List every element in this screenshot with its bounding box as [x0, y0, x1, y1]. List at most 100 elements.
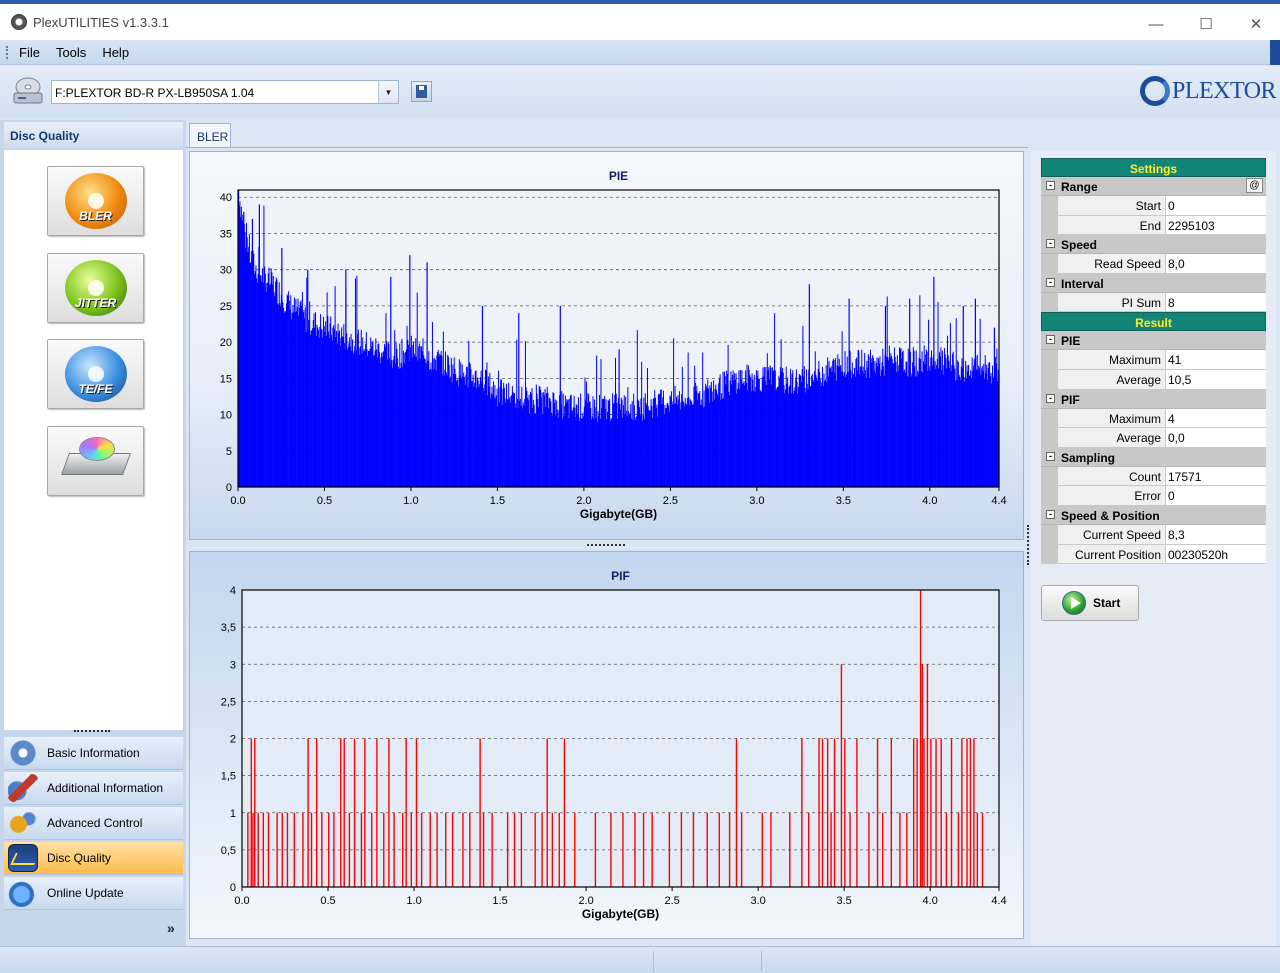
- pif-bar: [844, 738, 846, 887]
- advanced-control-icon: [8, 809, 38, 837]
- pif-bar: [594, 812, 597, 887]
- pif-bar: [383, 812, 385, 887]
- property-label: Average: [1058, 428, 1166, 448]
- collapse-minus-icon[interactable]: -: [1046, 335, 1055, 345]
- result-row-pif-average: Average 0,0: [1041, 428, 1266, 448]
- left-pane-splitter[interactable]: [74, 730, 110, 734]
- property-value[interactable]: 00230520h: [1166, 544, 1266, 565]
- property-label: End: [1058, 215, 1166, 236]
- plextor-logo-text: PLEXTOR: [1172, 77, 1277, 104]
- property-value[interactable]: 0: [1166, 486, 1266, 506]
- result-row-pie-average: Average 10,5: [1041, 369, 1266, 390]
- nav-online-update[interactable]: Online Update: [4, 877, 183, 910]
- collapse-minus-icon[interactable]: -: [1046, 393, 1055, 403]
- collapse-minus-icon[interactable]: -: [1046, 509, 1055, 519]
- property-value[interactable]: 4: [1166, 408, 1266, 429]
- additional-info-icon: [8, 774, 38, 802]
- nav-label: Advanced Control: [47, 816, 143, 830]
- pif-bar: [281, 812, 283, 887]
- nav-advanced-control[interactable]: Advanced Control: [4, 807, 183, 840]
- result-row-pie-maximum: Maximum 41: [1041, 350, 1266, 370]
- pif-bar: [371, 812, 373, 887]
- nav-label: Additional Information: [47, 781, 164, 795]
- result-category-pie[interactable]: - PIE: [1041, 331, 1266, 351]
- collapse-minus-icon[interactable]: -: [1046, 181, 1055, 190]
- nav-additional-information[interactable]: Additional Information: [4, 772, 183, 805]
- nav-label: Disc Quality: [47, 851, 112, 865]
- right-pane-splitter[interactable]: [1027, 525, 1030, 565]
- nav-more-chevron-icon[interactable]: »: [167, 920, 175, 936]
- play-icon: [1062, 591, 1086, 615]
- collapse-minus-icon[interactable]: -: [1046, 451, 1055, 461]
- chevron-down-icon[interactable]: ▼: [378, 81, 398, 103]
- property-value[interactable]: 41: [1166, 350, 1266, 370]
- settings-category-range[interactable]: - Range @: [1041, 177, 1266, 196]
- menu-file[interactable]: File: [19, 45, 40, 60]
- menu-tools[interactable]: Tools: [56, 45, 86, 60]
- pif-bar: [254, 738, 256, 887]
- nav-disc-quality[interactable]: Disc Quality: [4, 842, 183, 875]
- minimize-button[interactable]: —: [1133, 8, 1179, 40]
- pie-chart-panel: PIE 0 5 10 15 20 25 30 35 40 0.0 0.5 1.0 1.5 2.0 2.5 3.0…: [189, 151, 1024, 540]
- y-tick-label: 15: [220, 373, 232, 385]
- maximize-button[interactable]: ☐: [1183, 8, 1229, 40]
- bler-button[interactable]: BLER: [47, 166, 144, 236]
- property-value[interactable]: 8: [1166, 292, 1266, 313]
- status-separator: [653, 951, 654, 971]
- close-button[interactable]: ✕: [1233, 8, 1279, 40]
- y-tick-label: 40: [220, 192, 232, 204]
- property-value[interactable]: 10,5: [1166, 369, 1266, 390]
- pie-spike: [808, 284, 810, 487]
- y-tick-label: 2: [230, 734, 236, 746]
- category-label: Range: [1061, 180, 1098, 194]
- start-button[interactable]: Start: [1041, 585, 1139, 621]
- property-value[interactable]: 8,0: [1166, 254, 1266, 274]
- settings-category-interval[interactable]: - Interval: [1041, 273, 1266, 293]
- collapse-minus-icon[interactable]: -: [1046, 277, 1055, 287]
- drive-disc-icon: [60, 435, 131, 487]
- drive-select[interactable]: F:PLEXTOR BD-R PX-LB950SA 1.04 ▼: [51, 80, 399, 104]
- property-value[interactable]: 8,3: [1166, 524, 1266, 545]
- result-category-sampling[interactable]: - Sampling: [1041, 447, 1266, 467]
- property-label: Average: [1058, 369, 1166, 390]
- property-value[interactable]: 0: [1166, 196, 1266, 216]
- property-value[interactable]: 2295103: [1166, 215, 1266, 236]
- property-value[interactable]: 17571: [1166, 466, 1266, 487]
- tefe-button[interactable]: TE/FE: [47, 339, 144, 409]
- x-axis-label: Gigabyte(GB): [580, 507, 657, 521]
- pif-bar: [935, 738, 937, 887]
- property-label: Current Position: [1058, 544, 1166, 565]
- pif-bar: [818, 738, 820, 887]
- online-update-icon: [8, 879, 38, 907]
- pif-bar: [706, 812, 708, 887]
- property-pages-button[interactable]: @: [1246, 178, 1263, 193]
- jitter-button-label: JITTER: [74, 296, 117, 310]
- result-category-pif[interactable]: - PIF: [1041, 389, 1266, 409]
- nav-basic-information[interactable]: Basic Information: [4, 737, 183, 770]
- pif-bar: [856, 738, 858, 887]
- save-icon[interactable]: [411, 81, 432, 102]
- settings-row-range-end: End 2295103: [1041, 215, 1266, 236]
- jitter-button[interactable]: JITTER: [47, 253, 144, 323]
- result-category-speed-position[interactable]: - Speed & Position: [1041, 505, 1266, 525]
- drive-disc-button[interactable]: [47, 426, 144, 496]
- settings-category-speed[interactable]: - Speed: [1041, 235, 1266, 255]
- chart-splitter[interactable]: [587, 544, 625, 547]
- tab-bler[interactable]: BLER: [189, 123, 231, 148]
- x-tick-label: 0.5: [320, 895, 335, 907]
- property-value[interactable]: 0,0: [1166, 428, 1266, 448]
- collapse-minus-icon[interactable]: -: [1046, 239, 1055, 249]
- y-tick-label: 1: [230, 808, 236, 820]
- tefe-disc-icon: TE/FE: [64, 346, 127, 402]
- y-tick-label: 10: [220, 410, 232, 422]
- plextor-logo: PLEXTOR: [1140, 75, 1277, 107]
- bler-button-label: BLER: [79, 209, 112, 223]
- menu-help[interactable]: Help: [102, 45, 129, 60]
- x-axis-label: Gigabyte(GB): [582, 907, 659, 921]
- edge-strip: [1270, 40, 1280, 65]
- pif-bar: [376, 738, 378, 887]
- pie-spike: [243, 211, 245, 488]
- pie-spike: [909, 298, 911, 487]
- status-bar: [0, 946, 1280, 973]
- pif-bar: [668, 812, 671, 887]
